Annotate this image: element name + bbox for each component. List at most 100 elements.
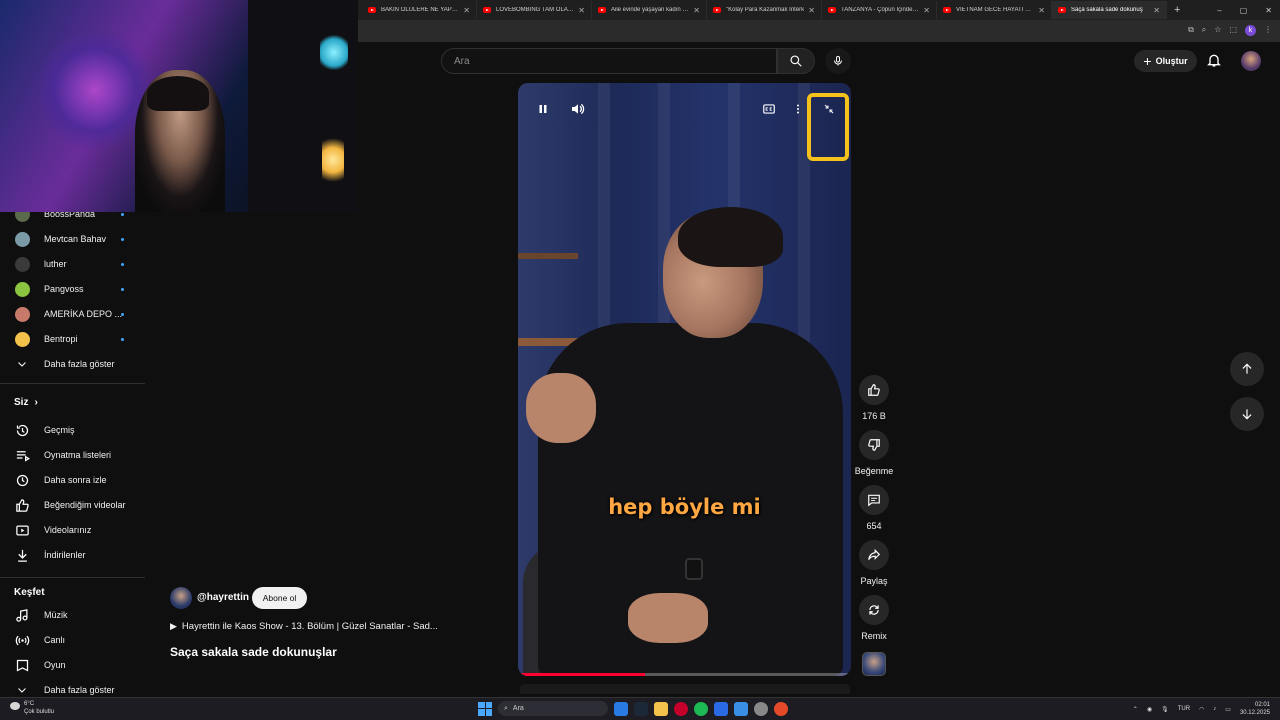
search-input[interactable]: Ara [441, 48, 777, 74]
fullscreen-button[interactable] [820, 100, 838, 118]
close-tab-icon[interactable]: ✕ [808, 6, 815, 15]
subscription-item[interactable]: AMERİKA DEPO ... [14, 303, 134, 325]
channel-name[interactable]: @hayrettin [197, 592, 249, 603]
maximize-button[interactable]: ▢ [1240, 6, 1248, 15]
arrow-down-icon [1242, 409, 1252, 420]
clock[interactable]: 02:01 30.12.2025 [1240, 701, 1270, 717]
close-tab-icon[interactable]: ✕ [1153, 6, 1160, 15]
close-window-button[interactable]: ✕ [1265, 6, 1272, 15]
you-section-heading[interactable]: Siz › [14, 397, 38, 408]
sidebar-item-video[interactable]: Videolarınız [14, 519, 134, 541]
channel-avatar[interactable] [170, 587, 192, 609]
browser-tab[interactable]: Aile evinde yaşayan kadın olm ✕ [592, 1, 707, 19]
sidebar-item-playlist[interactable]: Oynatma listeleri [14, 444, 134, 466]
dislike-button[interactable]: Beğenme [853, 430, 895, 476]
windows-start-icon[interactable] [478, 701, 492, 716]
close-tab-icon[interactable]: ✕ [463, 6, 470, 15]
store-icon[interactable] [734, 701, 748, 716]
chevron-up-icon[interactable]: ⌃ [1133, 706, 1138, 713]
sidebar-item-label: Beğendiğim videolar [44, 500, 126, 510]
bookmark-star-icon[interactable]: ☆ [1214, 25, 1221, 36]
channel-avatar-icon [14, 306, 30, 322]
share-button[interactable]: Paylaş [853, 540, 895, 586]
browser-tab[interactable]: "Kolay Para Kazanmak İnterk ✕ [707, 1, 822, 19]
browser-tab[interactable]: Saça sakala sade dokunuş ✕ [1052, 1, 1167, 19]
zoom-icon[interactable]: ⌕ [1202, 25, 1206, 36]
close-tab-icon[interactable]: ✕ [923, 6, 930, 15]
sidebar-item-download[interactable]: İndirilenler [14, 544, 134, 566]
sidebar-item-music[interactable]: Müzik [14, 604, 134, 626]
next-video-preview[interactable] [520, 684, 850, 694]
wifi-icon[interactable]: ◠ [1199, 706, 1204, 713]
battery-icon[interactable]: ▭ [1225, 706, 1231, 713]
playlist-link[interactable]: ▶ Hayrettin ile Kaos Show - 13. Bölüm | … [170, 621, 438, 632]
like-icon [14, 497, 30, 513]
channel-avatar-icon [14, 281, 30, 297]
audio-source-thumbnail[interactable] [862, 652, 886, 676]
sidebar-item-like[interactable]: Beğendiğim videolar [14, 494, 134, 516]
new-content-dot [121, 237, 124, 241]
comments-button[interactable]: 654 [853, 485, 895, 531]
previous-short-button[interactable] [1230, 352, 1264, 386]
new-tab-button[interactable]: + [1174, 4, 1180, 16]
new-content-dot [121, 312, 124, 316]
video-icon [14, 522, 30, 538]
sidebar-item-clock[interactable]: Daha sonra izle [14, 469, 134, 491]
you-heading-label: Siz [14, 397, 29, 408]
chrome-icon[interactable] [774, 701, 788, 716]
pause-button[interactable] [534, 100, 552, 118]
show-more-subscriptions[interactable]: Daha fazla göster [14, 353, 134, 375]
subscription-item[interactable]: luther [14, 253, 134, 275]
subscription-item[interactable]: Bentropi [14, 328, 134, 350]
language-indicator[interactable]: TUR [1178, 706, 1190, 712]
browser-menu-icon[interactable]: ⋮ [1264, 25, 1272, 36]
steam-icon[interactable] [634, 701, 648, 716]
sidebar-item-history[interactable]: Geçmiş [14, 419, 134, 441]
extensions-icon[interactable]: ⬚ [1229, 25, 1237, 36]
weather-widget[interactable]: 6°C Çok bulutlu [10, 700, 54, 716]
profile-avatar[interactable]: k [1245, 25, 1256, 36]
speaker-icon[interactable]: ♪ [1213, 706, 1216, 712]
captions-button[interactable] [760, 100, 778, 118]
sidebar-item-gaming[interactable]: Oyun [14, 654, 134, 676]
remix-button[interactable]: Remix [853, 595, 895, 641]
minimize-button[interactable]: – [1217, 6, 1221, 15]
shorts-video-player[interactable]: hep böyle mi [518, 83, 851, 676]
notifications-button[interactable] [1206, 52, 1222, 73]
subscribe-button[interactable]: Abone ol [252, 587, 307, 609]
edge-icon[interactable] [614, 701, 628, 716]
next-short-button[interactable] [1230, 397, 1264, 431]
close-tab-icon[interactable]: ✕ [693, 6, 700, 15]
taskbar-search[interactable]: ⌕ Ara [498, 701, 608, 716]
comment-count: 654 [866, 521, 882, 531]
close-tab-icon[interactable]: ✕ [1038, 6, 1045, 15]
video-progress-bar[interactable] [518, 673, 851, 676]
close-tab-icon[interactable]: ✕ [578, 6, 585, 15]
share-label: Paylaş [860, 576, 888, 586]
search-button[interactable] [777, 48, 815, 74]
voice-search-button[interactable] [825, 48, 851, 74]
browser-tab[interactable]: LOVEBOMBING TAM OLARAK ✕ [477, 1, 592, 19]
subscription-item[interactable]: Mevtcan Bahav [14, 228, 134, 250]
github-icon[interactable] [754, 701, 768, 716]
browser-tab[interactable]: BAKIN ÖLÜLERE NE YAPIYOR ✕ [362, 1, 477, 19]
create-button[interactable]: + Oluştur [1134, 50, 1197, 72]
webcam-streamer-hair [147, 76, 209, 111]
file-explorer-icon[interactable] [654, 701, 668, 716]
subscription-item[interactable]: Pangvoss [14, 278, 134, 300]
opera-icon[interactable] [674, 701, 688, 716]
microphone-tray-icon[interactable]: 🎙 [1161, 706, 1169, 713]
app-icon[interactable] [714, 701, 728, 716]
like-button[interactable]: 176 B [853, 375, 895, 421]
volume-button[interactable] [569, 100, 587, 118]
address-bar[interactable]: ⧉ ⌕ ☆ ⬚ k ⋮ [358, 20, 1280, 42]
more-options-button[interactable] [789, 100, 807, 118]
sidebar-item-live[interactable]: Canlı [14, 629, 134, 651]
account-avatar[interactable] [1241, 51, 1261, 71]
network-icon[interactable]: ◉ [1147, 706, 1152, 713]
spotify-icon[interactable] [694, 701, 708, 716]
browser-tab[interactable]: VIETNAM GECE HAYATI BENİ ✕ [937, 1, 1052, 19]
install-icon[interactable]: ⧉ [1188, 25, 1194, 36]
sidebar-item-label: Daha sonra izle [44, 475, 107, 485]
browser-tab[interactable]: TANZANYA - Çöpün İçinde Sİ ✕ [822, 1, 937, 19]
